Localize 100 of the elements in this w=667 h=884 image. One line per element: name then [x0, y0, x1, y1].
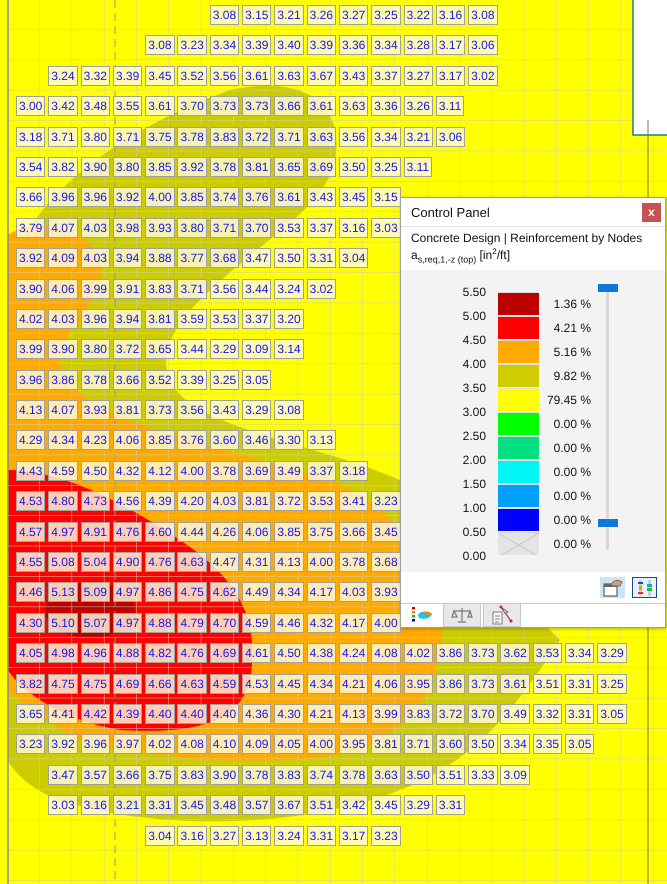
value-label: 3.42 [338, 795, 368, 816]
percent-value: 0.00 % [554, 416, 591, 434]
value-label: 4.32 [306, 612, 336, 633]
value-label: 3.50 [338, 156, 368, 177]
value-label: 3.43 [338, 66, 368, 86]
value-label: 3.05 [565, 734, 594, 754]
value-label: 3.06 [468, 35, 498, 56]
value-label: 4.34 [48, 430, 78, 450]
value-label: 4.47 [210, 552, 240, 572]
slider-thumb[interactable] [598, 284, 618, 292]
value-label: 3.63 [371, 764, 401, 785]
value-label: 3.40 [274, 35, 304, 56]
value-label: 3.60 [436, 734, 466, 754]
percent-value: 0.00 % [554, 464, 591, 482]
value-label: 3.30 [274, 430, 304, 450]
value-label: 3.65 [145, 339, 175, 360]
value-label: 3.24 [274, 278, 304, 299]
value-label: 3.48 [80, 96, 110, 116]
value-label: 3.21 [112, 795, 142, 816]
value-label: 5.07 [80, 612, 110, 633]
percent-value: 9.82 % [554, 368, 591, 386]
value-label: 3.86 [436, 643, 466, 664]
panel-tab[interactable] [443, 604, 481, 628]
value-label: 4.73 [80, 491, 110, 512]
value-label: 3.25 [597, 674, 627, 694]
value-label: 3.11 [404, 156, 432, 177]
value-label: 4.50 [274, 643, 304, 664]
value-label: 3.81 [112, 400, 142, 420]
value-label: 4.43 [16, 460, 46, 481]
value-label: 3.71 [177, 278, 207, 299]
value-label: 3.85 [274, 522, 304, 542]
value-label: 3.90 [16, 278, 46, 299]
window-hand-icon [602, 578, 622, 597]
value-label: 3.67 [306, 66, 336, 86]
value-label: 3.74 [306, 764, 336, 785]
value-label: 3.92 [16, 248, 46, 268]
value-label: 3.80 [112, 156, 142, 177]
value-label: 3.52 [145, 370, 175, 390]
value-label: 3.92 [48, 734, 78, 754]
value-label: 3.75 [145, 126, 175, 147]
value-label: 3.03 [48, 795, 78, 816]
toolbar-button[interactable] [600, 577, 625, 598]
scale-value: 5.50 [462, 284, 486, 302]
value-label: 4.75 [177, 582, 207, 602]
value-label: 3.45 [371, 795, 401, 816]
value-label: 3.69 [242, 460, 272, 481]
value-label: 3.51 [306, 795, 336, 816]
value-label: 4.10 [210, 734, 240, 754]
value-label: 3.09 [242, 339, 272, 360]
value-label: 4.55 [16, 552, 46, 572]
value-label: 4.44 [177, 522, 207, 542]
value-label: 3.49 [274, 460, 304, 481]
value-label: 3.66 [112, 370, 142, 390]
value-label: 3.98 [112, 218, 142, 238]
toolbar-button[interactable] [632, 577, 657, 598]
value-label: 3.25 [371, 156, 401, 177]
value-label: 3.31 [145, 795, 175, 816]
value-label: 3.75 [306, 522, 336, 542]
value-label: 3.11 [436, 96, 464, 116]
value-label: 3.43 [210, 400, 240, 420]
value-label: 3.80 [177, 218, 207, 238]
value-label: 3.56 [338, 126, 368, 147]
panel-tab[interactable] [483, 604, 521, 628]
value-label: 3.86 [436, 674, 466, 694]
value-label: 3.34 [371, 126, 401, 147]
value-label: 4.91 [80, 522, 110, 542]
slider-thumb[interactable] [598, 519, 618, 528]
value-label: 4.97 [112, 612, 142, 633]
value-label: 4.88 [112, 643, 142, 664]
value-label: 3.83 [210, 126, 240, 147]
value-label: 4.13 [274, 552, 304, 572]
value-label: 3.70 [468, 704, 498, 724]
percent-value: 0.00 % [554, 440, 591, 458]
value-label: 4.31 [242, 552, 272, 572]
value-label: 3.63 [338, 96, 368, 116]
value-label: 3.47 [48, 764, 78, 785]
value-label: 3.17 [436, 35, 466, 56]
value-label: 3.71 [274, 126, 304, 147]
value-label: 4.96 [80, 643, 110, 664]
value-label: 4.30 [274, 704, 304, 724]
value-label: 4.12 [145, 460, 175, 481]
value-label: 4.76 [145, 552, 175, 572]
value-label: 3.33 [468, 764, 498, 785]
value-label: 3.80 [80, 126, 110, 147]
value-label: 4.23 [80, 430, 110, 450]
percent-value: 0.00 % [554, 536, 591, 554]
value-label: 3.75 [145, 764, 175, 785]
value-label: 4.66 [145, 674, 175, 694]
value-label: 3.76 [242, 187, 272, 208]
value-label: 3.81 [242, 156, 272, 177]
quantity-label: a$_{s,req,1,-z (top)}$ [in$^{2}$/ft] [411, 247, 512, 264]
value-label: 3.72 [242, 126, 272, 147]
value-label: 3.54 [16, 156, 46, 177]
value-label: 3.45 [145, 66, 175, 86]
value-label: 3.71 [210, 218, 240, 238]
close-button[interactable]: x [642, 202, 661, 222]
value-label: 3.31 [306, 248, 336, 268]
value-label: 3.96 [80, 308, 110, 329]
value-label: 4.57 [16, 522, 46, 542]
value-label: 4.08 [177, 734, 207, 754]
